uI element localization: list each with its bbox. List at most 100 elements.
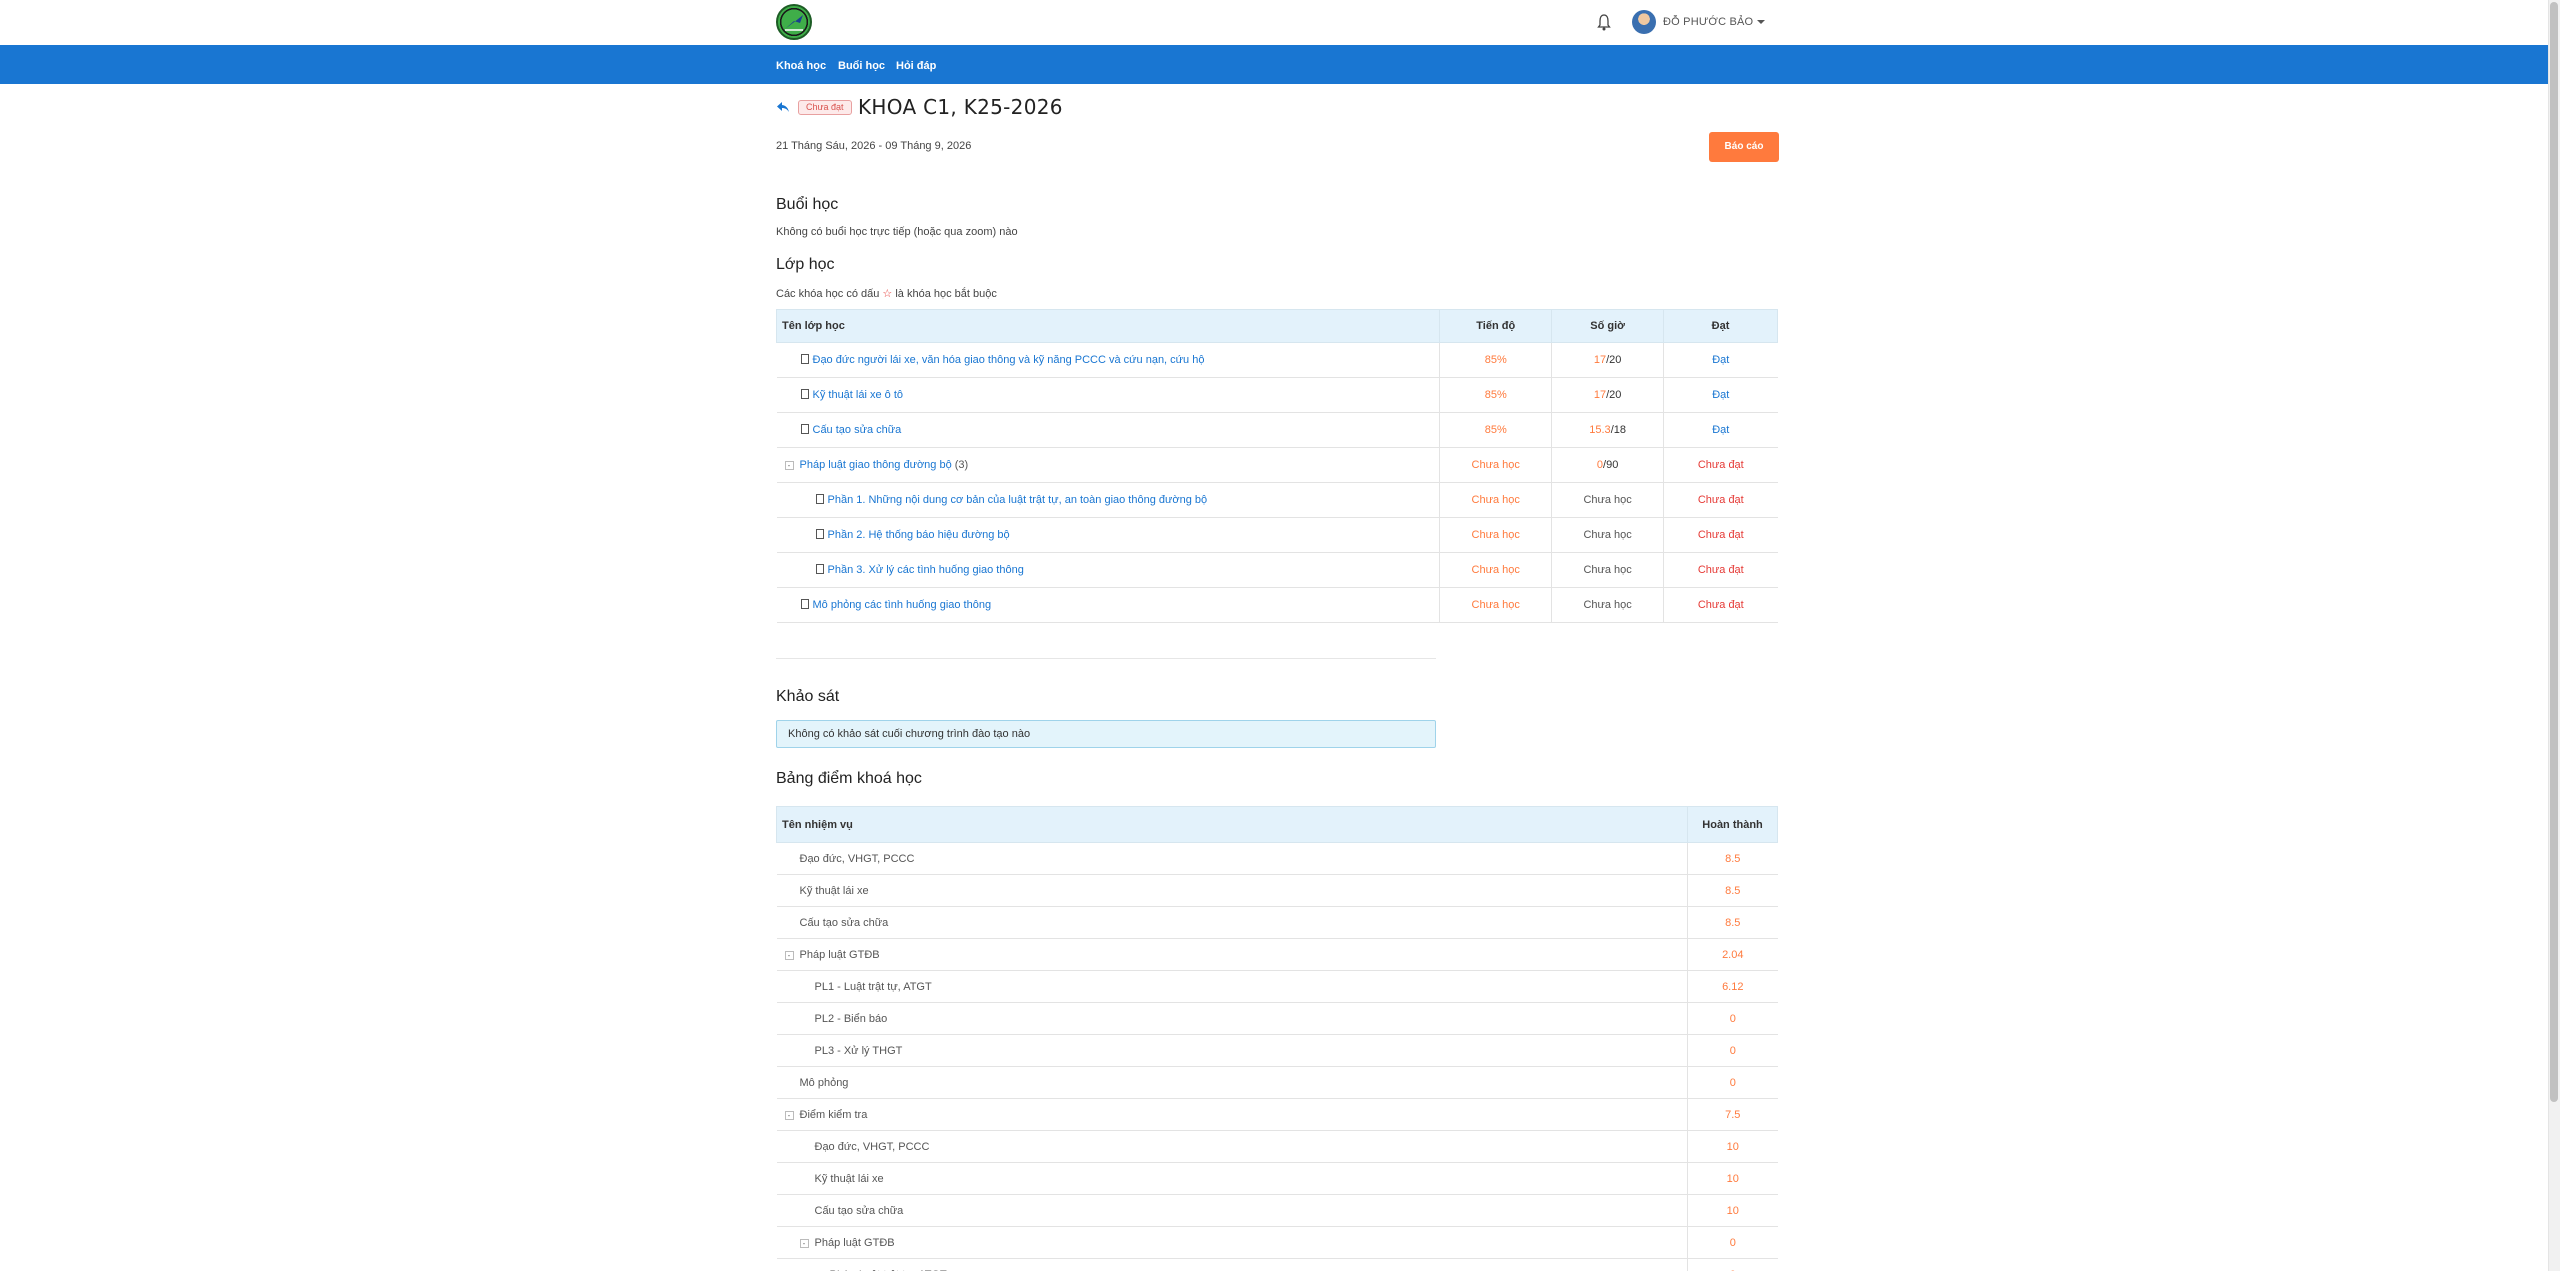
classes-note-prefix: Các khóa học có dấu: [776, 288, 880, 300]
col-passed: Đạt: [1663, 309, 1778, 343]
class-progress: Chưa học: [1439, 447, 1552, 483]
task-score: 10: [1687, 1194, 1778, 1227]
collapse-toggle-icon[interactable]: -: [784, 1110, 794, 1120]
user-menu[interactable]: ĐỖ PHƯỚC BẢO: [1663, 16, 1766, 28]
nav-qa[interactable]: Hỏi đáp: [896, 60, 936, 72]
class-link[interactable]: Kỹ thuật lái xe ô tô: [776, 377, 1440, 413]
classes-note-suffix: là khóa học bắt buộc: [895, 288, 997, 300]
sessions-heading: Buổi học: [776, 196, 839, 213]
task-name: Đạo đức, VHGT, PCCC: [776, 842, 1688, 875]
table-row: Cấu tạo sửa chữa 8.5: [776, 906, 1778, 939]
task-group[interactable]: - Pháp luật GTĐB: [776, 938, 1688, 971]
table-row: Mô phỏng các tình huống giao thông Chưa …: [776, 587, 1778, 623]
classes-table: Tên lớp học Tiến độ Số giờ Đạt Đạo đức n…: [775, 309, 1778, 623]
task-group[interactable]: - Điểm kiểm tra: [776, 1098, 1688, 1131]
logo-mark-icon: [785, 15, 803, 31]
table-row: - Pháp luật GTĐB 2.04: [776, 938, 1778, 971]
table-row: PL1 - Luật trật tự, ATGT 6.12: [776, 970, 1778, 1003]
task-score: 2.04: [1687, 938, 1778, 971]
sessions-note: Không có buổi học trực tiếp (hoặc qua zo…: [776, 226, 1018, 238]
report-button[interactable]: Báo cáo: [1709, 132, 1779, 162]
class-name: Phần 2. Hệ thống báo hiệu đường bộ: [827, 529, 1010, 541]
logo[interactable]: [776, 4, 812, 40]
class-progress: Chưa học: [1439, 482, 1552, 518]
class-hours: 17/20: [1551, 342, 1664, 378]
class-link[interactable]: Cấu tạo sửa chữa: [776, 412, 1440, 448]
class-link[interactable]: Phần 3. Xử lý các tình huống giao thông: [776, 552, 1440, 588]
class-hours: Chưa học: [1551, 517, 1664, 553]
task-group[interactable]: - Pháp luật GTĐB: [776, 1226, 1688, 1259]
bell-icon[interactable]: [1597, 13, 1611, 31]
scrollbar[interactable]: [2548, 0, 2560, 1271]
class-passed: Đạt: [1663, 342, 1778, 378]
table-row: Kỹ thuật lái xe 10: [776, 1162, 1778, 1195]
class-passed: Chưa đạt: [1663, 482, 1778, 518]
class-progress: 85%: [1439, 377, 1552, 413]
class-progress: 85%: [1439, 412, 1552, 448]
class-passed: Chưa đạt: [1663, 447, 1778, 483]
document-icon: [815, 564, 824, 574]
back-icon[interactable]: [776, 100, 790, 114]
class-link[interactable]: Phần 1. Những nội dung cơ bản của luật t…: [776, 482, 1440, 518]
class-passed: Đạt: [1663, 412, 1778, 448]
collapse-toggle-icon[interactable]: -: [784, 461, 794, 470]
task-name: PL3 - Xử lý THGT: [776, 1034, 1688, 1067]
survey-info-box: Không có khảo sát cuối chương trình đào …: [776, 720, 1436, 748]
class-hours: Chưa học: [1551, 587, 1664, 623]
table-row: Phần 2. Hệ thống báo hiệu đường bộ Chưa …: [776, 517, 1778, 553]
scrollbar-thumb[interactable]: [2550, 2, 2558, 1102]
class-progress: 85%: [1439, 342, 1552, 378]
table-header: Tên nhiệm vụ Hoàn thành: [775, 806, 1778, 843]
table-row: Phần 1. Những nội dung cơ bản của luật t…: [776, 482, 1778, 518]
table-row: Cấu tạo sửa chữa 10: [776, 1194, 1778, 1227]
class-hours: 17/20: [1551, 377, 1664, 413]
course-date-range: 21 Tháng Sáu, 2026 - 09 Tháng 9, 2026: [776, 140, 972, 152]
task-score: 0: [1687, 1226, 1778, 1259]
col-task-name: Tên nhiệm vụ: [775, 806, 1689, 843]
task-score: 10: [1687, 1130, 1778, 1163]
nav-courses[interactable]: Khoá học: [776, 60, 826, 72]
col-class-name: Tên lớp học: [775, 309, 1441, 343]
task-name: Đạo đức, VHGT, PCCC: [776, 1130, 1688, 1163]
class-hours: 0/90: [1551, 447, 1664, 483]
main-nav: Khoá học Buổi học Hỏi đáp: [0, 45, 2548, 84]
page-title: KHOA C1, K25-2026: [858, 95, 1063, 119]
nav-sessions[interactable]: Buổi học: [838, 60, 885, 72]
table-row: Cấu tạo sửa chữa 85% 15.3/18 Đạt: [776, 412, 1778, 448]
section-divider: [776, 658, 1436, 659]
task-score: 8.5: [1687, 842, 1778, 875]
hours-done: 15.3: [1589, 424, 1611, 436]
document-icon: [800, 599, 809, 609]
avatar[interactable]: [1632, 10, 1656, 34]
class-link[interactable]: Phần 2. Hệ thống báo hiệu đường bộ: [776, 517, 1440, 553]
survey-heading: Khảo sát: [776, 688, 840, 705]
task-name: Pháp luật GTĐB: [799, 948, 880, 961]
top-bar: ĐỖ PHƯỚC BẢO: [0, 0, 2548, 45]
status-badge: Chưa đạt: [798, 100, 852, 115]
table-row: Mô phỏng 0: [776, 1066, 1778, 1099]
collapse-toggle-icon[interactable]: -: [799, 1238, 809, 1248]
table-row: PL3 - Xử lý THGT 0: [776, 1034, 1778, 1067]
task-name: Kỹ thuật lái xe: [776, 874, 1688, 907]
class-group[interactable]: - Pháp luật giao thông đường bộ (3): [776, 447, 1440, 483]
task-name: PL2 - Biển báo: [776, 1002, 1688, 1035]
class-name: Phần 1. Những nội dung cơ bản của luật t…: [827, 494, 1208, 506]
class-hours: Chưa học: [1551, 552, 1664, 588]
classes-note: Các khóa học có dấu ☆ là khóa học bắt bu…: [776, 287, 997, 300]
class-passed: Chưa đạt: [1663, 552, 1778, 588]
collapse-toggle-icon[interactable]: -: [784, 950, 794, 960]
class-link[interactable]: Mô phỏng các tình huống giao thông: [776, 587, 1440, 623]
class-link[interactable]: Đạo đức người lái xe, văn hóa giao thông…: [776, 342, 1440, 378]
class-name: Đạo đức người lái xe, văn hóa giao thông…: [812, 354, 1205, 366]
task-score: 0: [1687, 1258, 1778, 1271]
document-icon: [815, 494, 824, 504]
class-group-count: (3): [954, 459, 969, 471]
table-row: Đạo đức người lái xe, văn hóa giao thông…: [776, 342, 1778, 378]
task-name: Cấu tạo sửa chữa: [776, 1194, 1688, 1227]
col-completion: Hoàn thành: [1687, 806, 1778, 843]
task-score: 6.12: [1687, 970, 1778, 1003]
col-hours: Số giờ: [1551, 309, 1665, 343]
task-score: 0: [1687, 1066, 1778, 1099]
class-passed: Chưa đạt: [1663, 517, 1778, 553]
task-score: 10: [1687, 1162, 1778, 1195]
